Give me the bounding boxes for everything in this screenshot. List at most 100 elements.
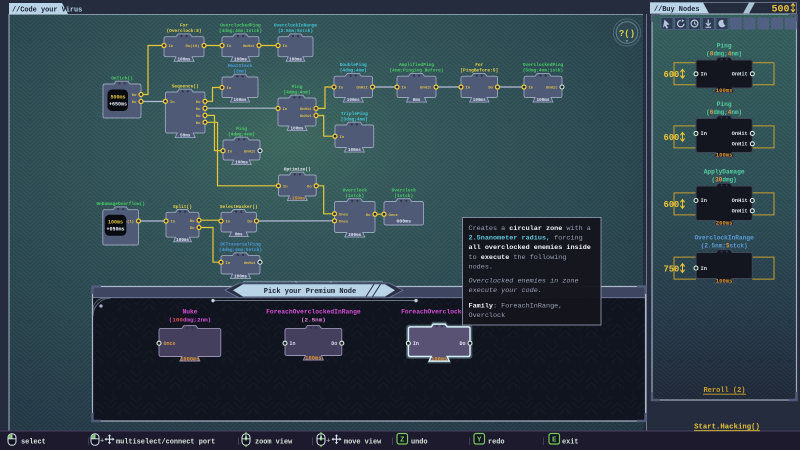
- svg-text:Do: Do: [459, 341, 465, 347]
- svg-text:Do: Do: [247, 221, 252, 225]
- svg-text:In: In: [413, 341, 419, 347]
- svg-text:100ms: 100ms: [178, 57, 191, 62]
- svg-text:DoublePing: DoublePing: [340, 62, 367, 68]
- svg-text:exit: exit: [562, 438, 579, 446]
- svg-text:100ms: 100ms: [305, 356, 321, 362]
- svg-text:|: |: [390, 438, 395, 447]
- svg-text:Overclock: Overclock: [392, 187, 417, 193]
- svg-text:In: In: [701, 72, 707, 78]
- svg-text:⌄: ⌄: [625, 38, 629, 44]
- svg-text:For: For: [475, 62, 483, 68]
- svg-text:Optimize(): Optimize(): [284, 167, 311, 173]
- svg-text:Family: ForeachInRange,: Family: ForeachInRange,: [469, 303, 563, 311]
- svg-text:In: In: [283, 108, 288, 112]
- svg-text:+: +: [100, 438, 104, 446]
- svg-text:[3dmg;4nm]: [3dmg;4nm]: [341, 117, 368, 123]
- svg-text:(4dmg;4nm;5stck): (4dmg;4nm;5stck): [219, 247, 262, 253]
- svg-text:100ms: 100ms: [234, 57, 247, 62]
- svg-text:Y: Y: [477, 437, 482, 445]
- svg-text:+050ms: +050ms: [106, 227, 124, 233]
- svg-text:In: In: [226, 221, 231, 225]
- svg-text:(Overclock:8): (Overclock:8): [166, 28, 201, 34]
- svg-text:100ms: 100ms: [537, 98, 550, 103]
- svg-text:(4dmg;4nm): (4dmg;4nm): [228, 132, 255, 138]
- svg-text:Do: Do: [196, 108, 201, 112]
- svg-text:-250ms: -250ms: [290, 197, 306, 202]
- svg-text:Ping: Ping: [292, 84, 303, 90]
- svg-text:100ms: 100ms: [235, 161, 248, 166]
- svg-text:In: In: [701, 131, 707, 137]
- svg-text:100ms: 100ms: [108, 219, 123, 225]
- svg-text:100ms: 100ms: [234, 98, 247, 103]
- svg-text:Creates a circular zone with a: Creates a circular zone with a: [469, 225, 591, 233]
- svg-text:Do: Do: [366, 214, 371, 218]
- svg-text:(30dmg): (30dmg): [712, 177, 737, 184]
- svg-text:100ms: 100ms: [716, 278, 733, 285]
- svg-text:100ms: 100ms: [431, 357, 447, 363]
- svg-text:Once: Once: [339, 221, 349, 225]
- svg-text:(1stck): (1stck): [394, 193, 413, 199]
- svg-text:In: In: [340, 136, 345, 140]
- svg-text:Overclock: Overclock: [343, 187, 368, 193]
- svg-text:TriplePing: TriplePing: [341, 111, 368, 117]
- svg-text:Overclocked enemies in zone: Overclocked enemies in zone: [469, 277, 579, 285]
- svg-text:In: In: [402, 87, 407, 91]
- svg-text:ForeachOverclockedInRange: ForeachOverclockedInRange: [266, 309, 361, 316]
- svg-text:zoom view: zoom view: [255, 438, 293, 446]
- svg-text:HeatStack: HeatStack: [228, 63, 253, 69]
- svg-text:OnHit: OnHit: [244, 149, 256, 154]
- svg-text://Buy Nodes: //Buy Nodes: [654, 6, 700, 14]
- svg-text:100ms: 100ms: [176, 238, 189, 243]
- svg-text:Split(): Split(): [173, 204, 192, 210]
- svg-text:to execute the following: to execute the following: [469, 254, 567, 262]
- svg-text:50ms: 50ms: [180, 134, 191, 139]
- svg-text:(2.5nm;5stck): (2.5nm;5stck): [278, 28, 313, 34]
- svg-text:Do: Do: [196, 101, 201, 105]
- svg-text:AmplifiedPing: AmplifiedPing: [399, 62, 434, 68]
- svg-text:OnHit: OnHit: [732, 198, 748, 204]
- svg-text:|: |: [310, 438, 315, 447]
- svg-text:0ms: 0ms: [413, 98, 421, 103]
- svg-text:200ms: 200ms: [716, 220, 733, 227]
- svg-text:OnHit: OnHit: [356, 86, 368, 91]
- svg-text:Once: Once: [164, 341, 176, 347]
- svg-text:In: In: [701, 266, 707, 272]
- svg-text:+: +: [326, 438, 330, 446]
- svg-text://Code your Virus: //Code your Virus: [12, 6, 82, 14]
- svg-text:In: In: [466, 87, 471, 91]
- svg-text:+650ms: +650ms: [109, 102, 127, 108]
- svg-text:100ms: 100ms: [473, 98, 486, 103]
- svg-text:OnHit: OnHit: [420, 86, 432, 91]
- svg-text:Ping: Ping: [717, 101, 732, 108]
- svg-text:Do: Do: [196, 115, 201, 119]
- svg-text:E: E: [552, 437, 557, 445]
- svg-text:OverclockedPing: OverclockedPing: [220, 23, 261, 29]
- svg-text:In: In: [339, 87, 344, 91]
- svg-text:Ping: Ping: [717, 43, 732, 50]
- svg-text:In: In: [170, 101, 175, 105]
- svg-text:OnHit: OnHit: [546, 86, 558, 91]
- svg-text:OverclockInRange: OverclockInRange: [274, 23, 318, 29]
- svg-text:OnHit: OnHit: [300, 114, 312, 119]
- svg-text:(100dmg;2nm): (100dmg;2nm): [169, 316, 211, 323]
- svg-text:|: |: [236, 438, 241, 447]
- svg-text:(4nm;Pinging Before): (4nm;Pinging Before): [389, 68, 443, 74]
- svg-text:200ms: 200ms: [348, 233, 361, 238]
- svg-text:In: In: [171, 221, 176, 225]
- svg-text:OnHit: OnHit: [732, 131, 748, 137]
- svg-text:Do(10): Do(10): [185, 44, 199, 49]
- svg-text:600: 600: [664, 70, 680, 80]
- svg-text:In: In: [283, 45, 288, 49]
- svg-text:(6dmg;4nm): (6dmg;4nm): [706, 109, 742, 116]
- svg-text:Do: Do: [132, 101, 137, 105]
- svg-text:Do: Do: [307, 186, 312, 190]
- svg-text:Do: Do: [196, 122, 201, 126]
- svg-text:Once: Once: [339, 214, 349, 218]
- svg-text:500ms: 500ms: [110, 94, 125, 100]
- svg-text:In: In: [283, 186, 288, 190]
- svg-text:OverclockedPing: OverclockedPing: [523, 62, 564, 68]
- svg-text:100ms: 100ms: [234, 275, 247, 280]
- svg-text:Do: Do: [132, 94, 137, 98]
- svg-text:OnHit: OnHit: [732, 209, 748, 215]
- svg-text:SelectHacker(): SelectHacker(): [220, 204, 258, 210]
